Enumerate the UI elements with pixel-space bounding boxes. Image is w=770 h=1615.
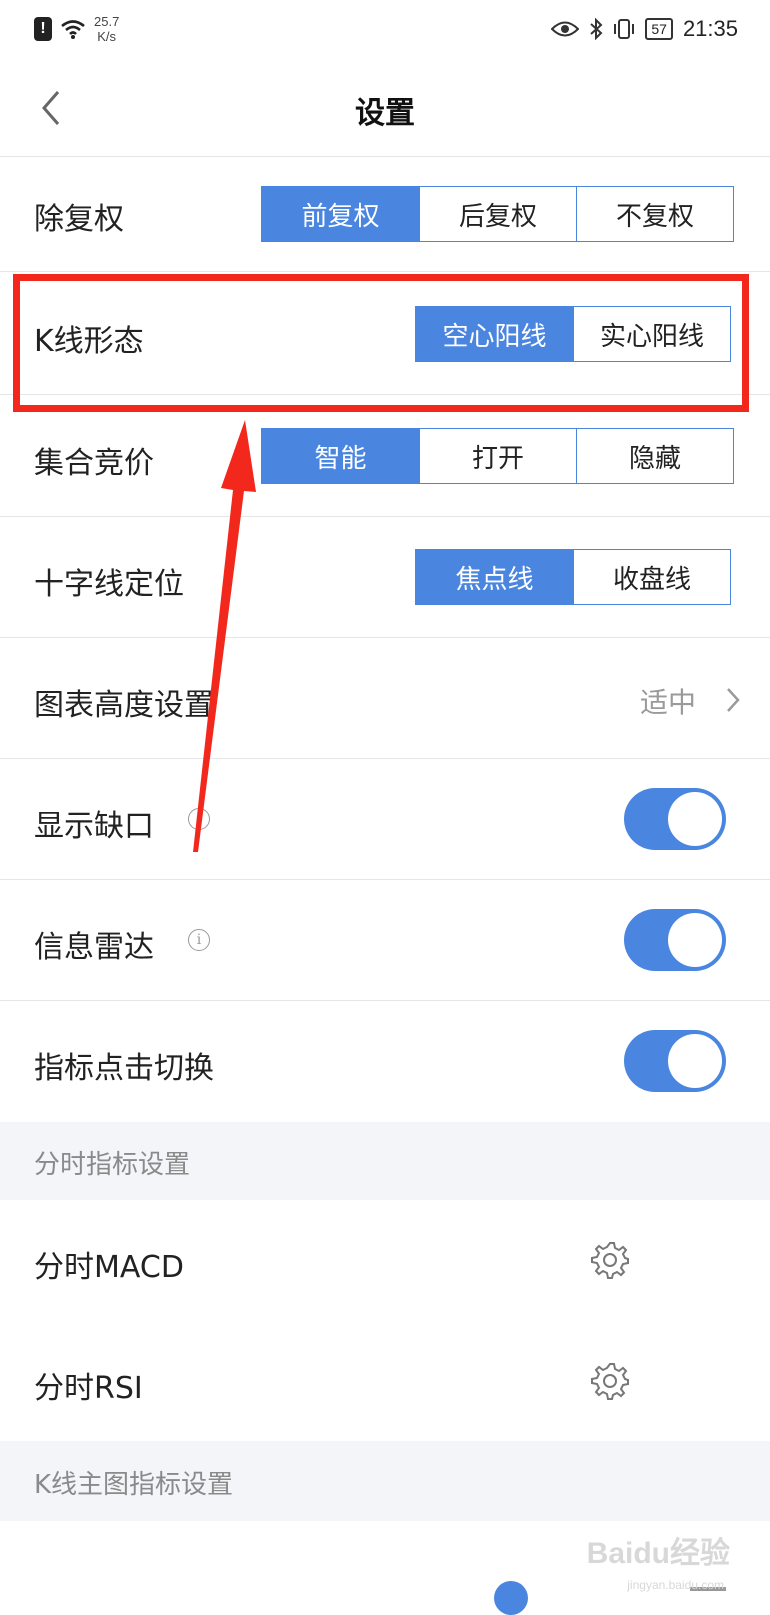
option-smart[interactable]: 智能: [262, 429, 419, 483]
auction-segmented-control: 智能 打开 隐藏: [261, 428, 734, 484]
vibrate-icon: [614, 19, 635, 39]
option-focus-line[interactable]: 焦点线: [416, 550, 573, 604]
eye-icon: [551, 21, 580, 37]
bluetooth-icon: [590, 18, 603, 40]
info-radar-label: 信息雷达: [34, 930, 154, 965]
gear-icon[interactable]: [590, 1240, 630, 1280]
toggle-knob: [668, 913, 722, 967]
info-radar-toggle[interactable]: [624, 909, 726, 971]
section-title-intraday: 分时指标设置: [34, 1150, 191, 1180]
row-intraday-rsi: 分时RSI: [0, 1321, 770, 1441]
watermark: Baidu经验: [586, 1537, 730, 1570]
crosshair-label: 十字线定位: [34, 567, 184, 602]
show-gap-label: 显示缺口: [34, 809, 154, 844]
intraday-rsi-label: 分时RSI: [34, 1371, 143, 1406]
section-header-kline-main: K线主图指标设置: [0, 1441, 770, 1521]
row-indicator-tap: 指标点击切换: [0, 1001, 770, 1121]
chart-height-value: 适中: [640, 686, 697, 719]
option-backward-adjust[interactable]: 后复权: [419, 187, 576, 241]
row-show-gap: 显示缺口 i: [0, 759, 770, 880]
option-open[interactable]: 打开: [419, 429, 576, 483]
intraday-macd-label: 分时MACD: [34, 1250, 184, 1285]
indicator-tap-toggle[interactable]: [624, 1030, 726, 1092]
partial-toggle[interactable]: [494, 1581, 528, 1615]
wifi-icon: [61, 20, 85, 39]
status-right: 57 21:35: [551, 16, 738, 42]
rights-label: 除复权: [34, 202, 124, 237]
auction-label: 集合竞价: [34, 446, 154, 481]
toggle-knob: [668, 1034, 722, 1088]
speed-value: 25.7: [94, 14, 120, 29]
row-chart-height[interactable]: 图表高度设置 适中: [0, 638, 770, 759]
nav-bar: 设置: [0, 62, 770, 157]
option-hide[interactable]: 隐藏: [576, 429, 733, 483]
toggle-knob: [668, 792, 722, 846]
section-header-intraday: 分时指标设置: [0, 1122, 770, 1200]
page-title: 设置: [355, 96, 415, 131]
status-bar: ! 25.7 K/s 57 21:35: [0, 0, 770, 62]
show-gap-toggle[interactable]: [624, 788, 726, 850]
indicator-tap-label: 指标点击切换: [34, 1051, 214, 1086]
rights-segmented-control: 前复权 后复权 不复权: [261, 186, 734, 242]
crosshair-segmented-control: 焦点线 收盘线: [415, 549, 731, 605]
option-forward-adjust[interactable]: 前复权: [262, 187, 419, 241]
status-left: ! 25.7 K/s: [34, 14, 119, 44]
row-intraday-macd: 分时MACD: [0, 1200, 770, 1321]
row-info-radar: 信息雷达 i: [0, 880, 770, 1001]
section-title-kline-main: K线主图指标设置: [34, 1470, 234, 1500]
row-rights: 除复权 前复权 后复权 不复权: [0, 156, 770, 272]
option-close-line[interactable]: 收盘线: [573, 550, 730, 604]
row-auction: 集合竞价 智能 打开 隐藏: [0, 396, 770, 517]
highlight-annotation-box: [13, 274, 749, 412]
network-speed: 25.7 K/s: [94, 14, 119, 44]
gear-icon[interactable]: [590, 1361, 630, 1401]
chevron-right-icon: [727, 688, 740, 712]
battery-icon: 57: [645, 18, 673, 40]
watermark-url: jingyan.baidu.com: [627, 1578, 724, 1592]
chart-height-label: 图表高度设置: [34, 688, 214, 723]
info-icon[interactable]: i: [188, 808, 210, 830]
clock: 21:35: [682, 16, 738, 41]
info-icon[interactable]: i: [188, 929, 210, 951]
option-no-adjust[interactable]: 不复权: [576, 187, 733, 241]
alert-icon: !: [34, 17, 52, 41]
row-crosshair: 十字线定位 焦点线 收盘线: [0, 517, 770, 638]
speed-unit: K/s: [97, 29, 117, 44]
